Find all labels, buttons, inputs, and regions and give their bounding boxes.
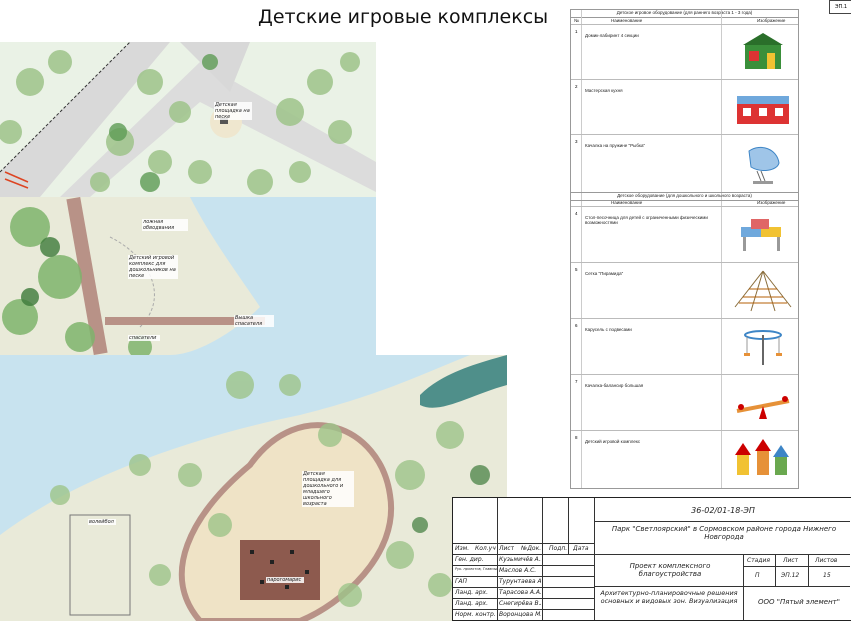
equipment-row: 8 Детский игровой комплекс [571, 430, 798, 489]
role: Ген. дир. [455, 556, 484, 563]
row-name: Сетка "Пирамида" [585, 271, 624, 276]
play-complex-image [735, 439, 789, 475]
sheet-mark: ЭП.1 [829, 0, 851, 14]
doc-title: Архитектурно-планировочные решения основ… [600, 589, 738, 605]
person: Воронцова М.А. [499, 611, 541, 618]
equipment-row: 2 Мастерская кухня [571, 79, 798, 135]
row-name: Качалка-балансир большая [585, 383, 644, 388]
label-school-playground: Детская площадка для дошкольного и младш… [302, 471, 354, 507]
person: Турунтаева А.В. [499, 578, 541, 585]
role: Рук. проектов, Главный архит. [455, 567, 497, 571]
stage-label: Стадия [747, 557, 771, 564]
label-kids-complex: Детский игровой комплекс для дошкольнико… [128, 255, 178, 279]
equipment-row: 5 Сетка "Пирамида" [571, 262, 798, 319]
rope-pyramid-image [734, 270, 792, 312]
role: Ланд. арх. [455, 589, 489, 596]
equipment-row: 1 Домик-лабиринт 4 секции [571, 24, 798, 80]
label-lighting: ложная обводвания [142, 219, 188, 231]
plan-map-middle: ложная обводвания Детский игровой компле… [0, 197, 376, 355]
col-image-header-2: Изображение [757, 200, 786, 205]
hdr-list: Лист [499, 545, 515, 552]
label-tower: Вышка спасателя [234, 315, 274, 327]
role: Ланд. арх. [455, 600, 489, 607]
row-name: Стол-песочница для детей с ограниченными… [585, 215, 708, 225]
col-image-header: Изображение [757, 18, 786, 23]
sand-table-image [741, 219, 781, 251]
person: Маслов А.С. [499, 567, 537, 574]
section1-title: Детское игровое оборудование (для раннег… [571, 10, 798, 18]
hdr-doc: №Док. [521, 545, 542, 552]
design-title: Проект комплексного благоустройства [629, 562, 711, 578]
doc-code: 36-02/01-18-ЭП [691, 506, 755, 515]
equipment-row: 4 Стол-песочница для детей с ограниченны… [571, 206, 798, 263]
hdr-date: Дата [573, 545, 589, 552]
row-name: Мастерская кухня [585, 88, 623, 93]
col-name-header-2: Наименование [611, 200, 643, 205]
row-num: 1 [575, 29, 578, 34]
kitchen-image [737, 96, 789, 124]
label-sand-playground: Детская площадка на песке [214, 102, 252, 120]
plan-map-bottom: Детская площадка для дошкольного и младш… [0, 355, 507, 621]
stage-value: П [755, 572, 760, 579]
hdr-izm: Изм. [455, 545, 470, 552]
carousel-image [744, 330, 782, 365]
sheets-label: Листов [815, 557, 838, 564]
sheet-label: Лист [783, 557, 799, 564]
title-block: 36-02/01-18-ЭП Парк "Светлоярский" в Сор… [452, 497, 851, 621]
row-num: 8 [575, 435, 578, 440]
project-title: Парк "Светлоярский" в Сормовском районе … [611, 525, 837, 541]
equipment-row: 3 Качалка на пружине "Рыбка" [571, 134, 798, 190]
row-num: 3 [575, 139, 578, 144]
equipment-row: 6 Карусель с подвесами [571, 318, 798, 375]
row-num: 4 [575, 211, 578, 216]
row-num: 5 [575, 267, 578, 272]
role: ГАП [455, 578, 467, 585]
person: Снегирёва В.А. [499, 600, 541, 607]
row-name: Домик-лабиринт 4 секции [585, 33, 639, 38]
label-sports: волейбол [88, 519, 116, 525]
playhouse-image [743, 33, 783, 69]
row-name: Качалка на пружине "Рыбка" [585, 143, 646, 148]
equipment-table: Детское игровое оборудование (для раннег… [570, 9, 799, 489]
company-name: ООО "Пятый элемент" [758, 598, 840, 606]
row-name: Детский игровой комплекс [585, 439, 641, 444]
row-num: 7 [575, 379, 578, 384]
role: Норм. контр. [455, 611, 496, 618]
person: Тарасова А.А. [499, 589, 541, 596]
hdr-podp: Подп. [549, 545, 568, 552]
row-num: 2 [575, 84, 578, 89]
page-title: Детские игровые комплексы [258, 6, 549, 28]
label-trees-area: парогомарис [266, 577, 304, 583]
plan-map-top: Детская площадка на песке [0, 42, 376, 197]
person: Кузьмичёв А.Н. [499, 556, 541, 563]
spring-rocker-image [748, 147, 780, 184]
col-num-header: № [574, 18, 579, 23]
row-name: Карусель с подвесами [585, 327, 632, 332]
sheet-value: ЭП.12 [781, 572, 800, 579]
hdr-kol: Кол.уч [475, 545, 496, 552]
label-walkway: спасатели [128, 335, 160, 341]
sheets-value: 15 [823, 572, 831, 579]
row-num: 6 [575, 323, 578, 328]
equipment-row: 7 Качалка-балансир большая [571, 374, 798, 431]
col-name-header: Наименование [611, 18, 643, 23]
seesaw-image [736, 396, 790, 419]
